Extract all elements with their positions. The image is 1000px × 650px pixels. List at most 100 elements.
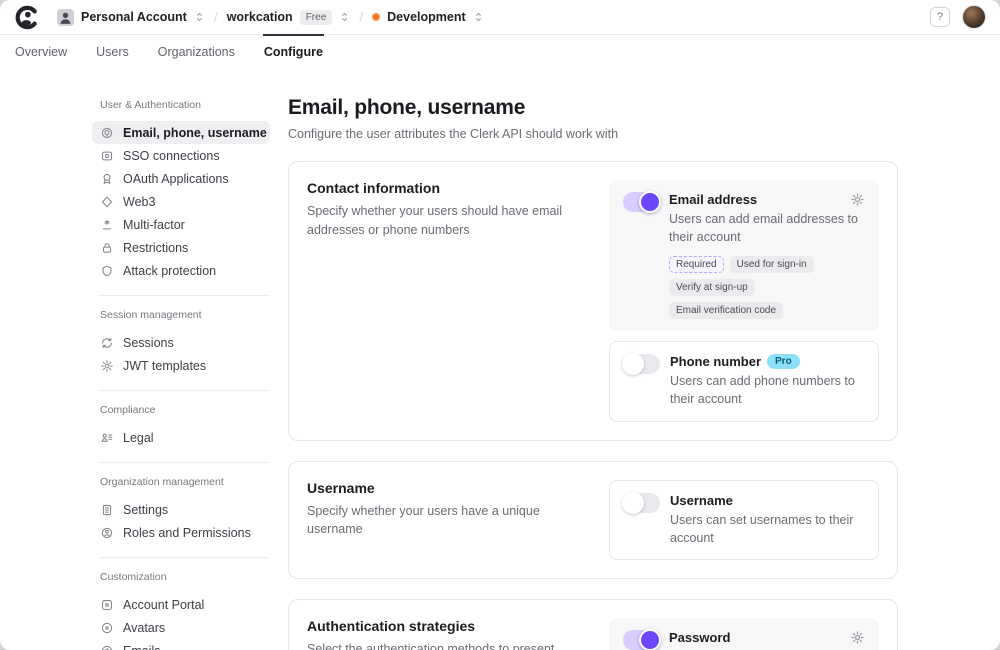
header-actions: ? [930, 5, 986, 29]
sidebar-item-attack-protection[interactable]: Attack protection [92, 259, 270, 282]
tile-description: Users can set usernames to their account [670, 511, 864, 547]
sidebar-item-sessions[interactable]: Sessions [92, 331, 270, 354]
sidebar-divider [98, 557, 270, 558]
pro-badge: Pro [767, 354, 800, 369]
development-dot-icon [372, 13, 380, 21]
application-name: workcation [227, 10, 293, 24]
section-label: Customization [100, 571, 270, 583]
password-tile: Password Users can sign in with a passwo… [609, 618, 879, 650]
gear-icon [100, 359, 114, 373]
sidebar-item-jwt-templates[interactable]: JWT templates [92, 354, 270, 377]
tab-configure[interactable]: Configure [263, 35, 324, 70]
breadcrumb-separator: / [214, 9, 218, 25]
section-label: Organization management [100, 476, 270, 488]
settings-sidebar: User & Authentication Email, phone, user… [100, 96, 270, 650]
person-lines-icon [100, 431, 114, 445]
plan-badge: Free [300, 10, 333, 25]
card-title: Contact information [307, 180, 573, 196]
section-label: Session management [100, 309, 270, 321]
contact-information-card: Contact information Specify whether your… [288, 161, 898, 441]
account-name: Personal Account [81, 10, 187, 24]
sidebar-item-avatars[interactable]: Avatars [92, 616, 270, 639]
clerk-logo-icon [14, 5, 39, 30]
tile-title: Phone number [670, 354, 761, 369]
password-settings-gear-icon[interactable] [850, 630, 865, 645]
section-label: User & Authentication [100, 99, 270, 111]
sidebar-item-roles-and-permissions[interactable]: Roles and Permissions [92, 521, 270, 544]
breadcrumb-separator: / [359, 9, 363, 25]
sidebar-divider [98, 462, 270, 463]
primary-tabs: Overview Users Organizations Configure [0, 35, 1000, 70]
at-sign-icon [100, 644, 114, 650]
avatar-circle-icon [100, 621, 114, 635]
app-window: Personal Account / workcation Free / Dev… [0, 0, 1000, 650]
tile-description: Users can add email addresses to their a… [669, 210, 865, 246]
top-header: Personal Account / workcation Free / Dev… [0, 0, 1000, 35]
main-content: Email, phone, username Configure the use… [288, 96, 898, 650]
phone-number-tile: Phone number Pro Users can add phone num… [609, 341, 879, 421]
page-subtitle: Configure the user attributes the Clerk … [288, 127, 898, 141]
sidebar-item-restrictions[interactable]: Restrictions [92, 236, 270, 259]
tile-title: Username [670, 493, 733, 508]
lock-icon [100, 241, 114, 255]
diamond-icon [100, 195, 114, 209]
sidebar-item-emails[interactable]: Emails [92, 639, 270, 650]
content-layout: User & Authentication Email, phone, user… [0, 70, 1000, 650]
panel-icon [100, 503, 114, 517]
person-icon [57, 9, 74, 26]
authentication-strategies-card: Authentication strategies Select the aut… [288, 599, 898, 650]
sidebar-item-legal[interactable]: Legal [92, 426, 270, 449]
tab-users[interactable]: Users [95, 35, 130, 70]
card-description: Select the authentication methods to pre… [307, 640, 573, 650]
refresh-icon [100, 336, 114, 350]
card-description: Specify whether your users should have e… [307, 202, 573, 240]
breadcrumb-instance-switcher[interactable]: Development [370, 7, 486, 27]
badge-used-for-sign-in: Used for sign-in [730, 256, 814, 273]
badge-email-verification-code: Email verification code [669, 302, 783, 319]
username-toggle[interactable] [624, 493, 660, 513]
card-title: Username [307, 480, 573, 496]
chevron-updown-icon [339, 11, 350, 23]
tab-organizations[interactable]: Organizations [157, 35, 236, 70]
tile-title: Email address [669, 192, 757, 207]
tile-title: Password [669, 630, 730, 645]
username-tile: Username Users can set usernames to thei… [609, 480, 879, 560]
sidebar-item-email-phone-username[interactable]: Email, phone, username [92, 121, 270, 144]
badge-verify-at-sign-up: Verify at sign-up [669, 279, 755, 296]
username-card: Username Specify whether your users have… [288, 461, 898, 579]
shield-icon [100, 264, 114, 278]
email-address-tile: Email address Users can add email addres… [609, 180, 879, 331]
sidebar-item-account-portal[interactable]: Account Portal [92, 593, 270, 616]
sidebar-divider [98, 390, 270, 391]
tile-description: Users can add phone numbers to their acc… [670, 372, 864, 408]
sidebar-item-settings[interactable]: Settings [92, 498, 270, 521]
breadcrumb: Personal Account / workcation Free / Dev… [55, 6, 486, 29]
phone-number-toggle[interactable] [624, 354, 660, 374]
page-title: Email, phone, username [288, 96, 898, 120]
help-button[interactable]: ? [930, 7, 950, 27]
breadcrumb-account-switcher[interactable]: Personal Account [55, 6, 207, 29]
badge-required: Required [669, 256, 724, 273]
tab-overview[interactable]: Overview [14, 35, 68, 70]
portal-icon [100, 598, 114, 612]
multi-factor-icon [100, 218, 114, 232]
card-title: Authentication strategies [307, 618, 573, 634]
sidebar-item-oauth-applications[interactable]: OAuth Applications [92, 167, 270, 190]
person-circle-icon [100, 526, 114, 540]
sso-card-icon [100, 149, 114, 163]
account-avatar [57, 9, 74, 26]
sidebar-item-multi-factor[interactable]: Multi-factor [92, 213, 270, 236]
sidebar-item-web3[interactable]: Web3 [92, 190, 270, 213]
chevron-updown-icon [473, 11, 484, 23]
section-label: Compliance [100, 404, 270, 416]
oauth-badge-icon [100, 172, 114, 186]
user-avatar[interactable] [962, 5, 986, 29]
fingerprint-icon [100, 126, 114, 140]
sidebar-divider [98, 295, 270, 296]
breadcrumb-application-switcher[interactable]: workcation Free [225, 7, 353, 28]
instance-name: Development [387, 10, 466, 24]
email-settings-gear-icon[interactable] [850, 192, 865, 207]
password-toggle[interactable] [623, 630, 659, 650]
sidebar-item-sso-connections[interactable]: SSO connections [92, 144, 270, 167]
email-address-toggle[interactable] [623, 192, 659, 212]
